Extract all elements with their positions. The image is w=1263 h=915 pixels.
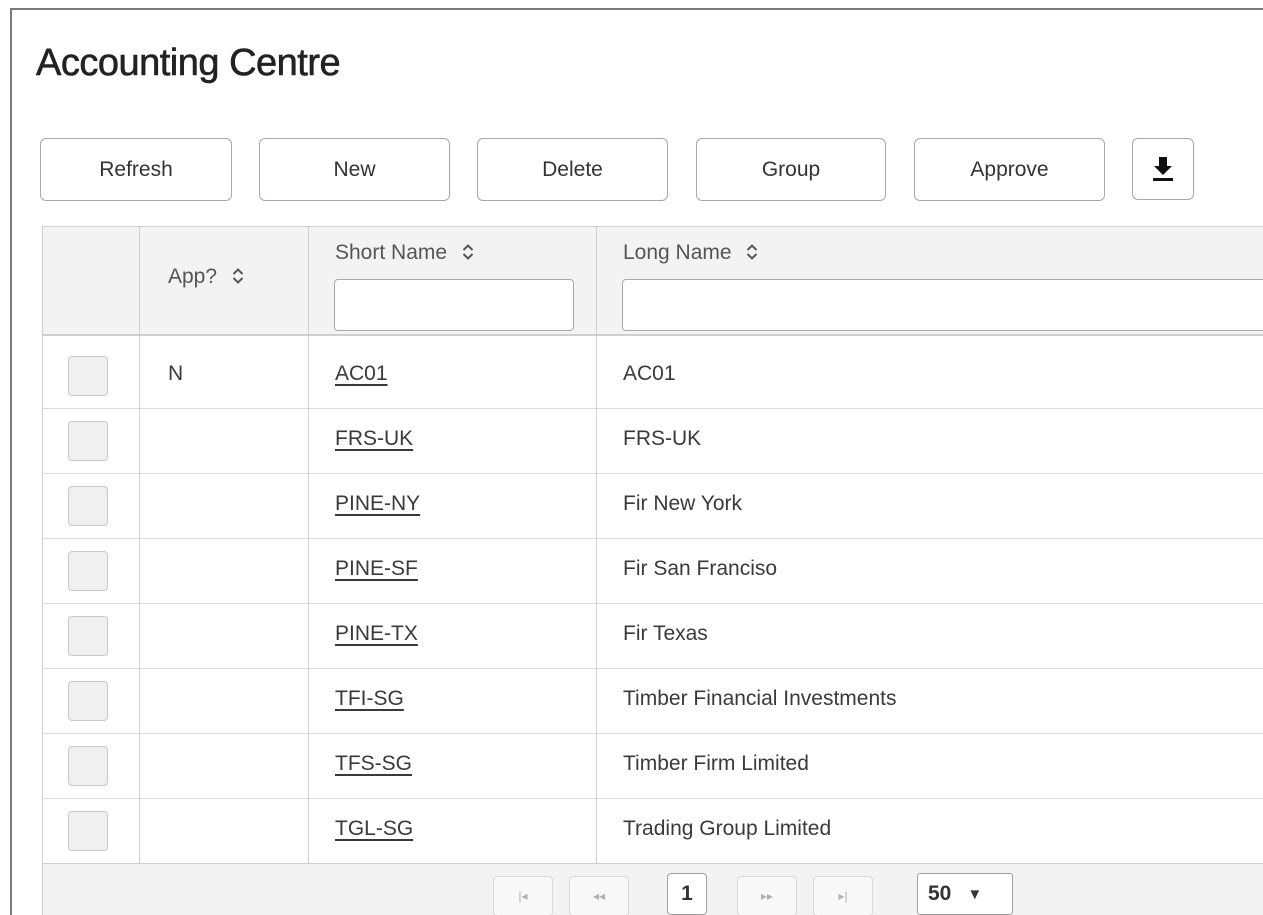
column-divider [596, 227, 597, 863]
row-select-checkbox[interactable] [68, 551, 108, 591]
column-header-app-label: App? [168, 265, 218, 288]
row-select-checkbox[interactable] [68, 616, 108, 656]
sort-icon[interactable] [232, 267, 244, 285]
table-row[interactable]: FRS-UK FRS-UK [43, 409, 1263, 474]
long-name-filter-input[interactable] [622, 279, 1263, 331]
long-name-cell: AC01 [623, 362, 676, 385]
long-name-cell: FRS-UK [623, 427, 702, 450]
column-header-long-name-label: Long Name [623, 241, 732, 264]
short-name-link[interactable]: TGL-SG [335, 799, 413, 863]
column-header-long-name[interactable]: Long Name [623, 241, 758, 265]
short-name-link[interactable]: TFI-SG [335, 669, 404, 733]
column-header-app[interactable]: App? [168, 265, 244, 289]
short-name-link[interactable]: FRS-UK [335, 409, 413, 473]
accounting-centre-grid: App? Short Name Long Name N AC01 AC01 FR… [42, 226, 1263, 915]
table-row[interactable]: TGL-SG Trading Group Limited [43, 799, 1263, 864]
column-divider [308, 227, 309, 863]
row-select-checkbox[interactable] [68, 421, 108, 461]
page-size-value: 50 [928, 882, 952, 905]
short-name-link[interactable]: PINE-NY [335, 474, 420, 538]
row-select-checkbox[interactable] [68, 356, 108, 396]
caret-down-icon: ▼ [967, 885, 983, 903]
download-button[interactable] [1132, 138, 1194, 200]
page-size-select[interactable]: 50 ▼ [917, 873, 1013, 915]
table-row[interactable]: PINE-SF Fir San Franciso [43, 539, 1263, 604]
long-name-cell: Fir Texas [623, 622, 708, 645]
sort-icon[interactable] [746, 243, 758, 261]
row-select-checkbox[interactable] [68, 486, 108, 526]
table-row[interactable]: TFS-SG Timber Firm Limited [43, 734, 1263, 799]
short-name-filter-input[interactable] [334, 279, 574, 331]
long-name-cell: Fir New York [623, 492, 743, 515]
approve-button[interactable]: Approve [914, 138, 1105, 201]
long-name-cell: Fir San Franciso [623, 557, 778, 580]
app-cell: N [168, 362, 184, 385]
short-name-link[interactable]: PINE-TX [335, 604, 418, 668]
group-button[interactable]: Group [696, 138, 886, 201]
table-row[interactable]: PINE-TX Fir Texas [43, 604, 1263, 669]
table-row[interactable]: N AC01 AC01 [43, 344, 1263, 409]
previous-page-button[interactable]: ◂◂ [569, 876, 629, 915]
short-name-link[interactable]: PINE-SF [335, 539, 418, 603]
app-window: Accounting Centre Refresh New Delete Gro… [10, 8, 1263, 915]
table-row[interactable]: TFI-SG Timber Financial Investments [43, 669, 1263, 734]
short-name-link[interactable]: TFS-SG [335, 734, 412, 798]
delete-button[interactable]: Delete [477, 138, 668, 201]
next-page-button[interactable]: ▸▸ [737, 876, 797, 915]
short-name-link[interactable]: AC01 [335, 344, 388, 408]
refresh-button[interactable]: Refresh [40, 138, 232, 201]
column-divider [139, 227, 140, 863]
last-page-button[interactable]: ▸| [813, 876, 873, 915]
current-page-indicator[interactable]: 1 [667, 873, 707, 915]
row-select-checkbox[interactable] [68, 681, 108, 721]
column-header-short-name-label: Short Name [335, 241, 448, 264]
sort-icon[interactable] [462, 243, 474, 261]
long-name-cell: Timber Firm Limited [623, 752, 809, 775]
first-page-button[interactable]: |◂ [493, 876, 553, 915]
grid-header: App? Short Name Long Name [43, 227, 1263, 336]
column-header-short-name[interactable]: Short Name [335, 241, 474, 265]
long-name-cell: Trading Group Limited [623, 817, 832, 840]
new-button[interactable]: New [259, 138, 450, 201]
row-select-checkbox[interactable] [68, 811, 108, 851]
pagination-bar: |◂ ◂◂ 1 ▸▸ ▸| 50 ▼ [43, 863, 1263, 915]
table-row[interactable]: PINE-NY Fir New York [43, 474, 1263, 539]
page-title: Accounting Centre [36, 42, 341, 85]
download-icon [1153, 157, 1173, 181]
row-select-checkbox[interactable] [68, 746, 108, 786]
long-name-cell: Timber Financial Investments [623, 687, 897, 710]
